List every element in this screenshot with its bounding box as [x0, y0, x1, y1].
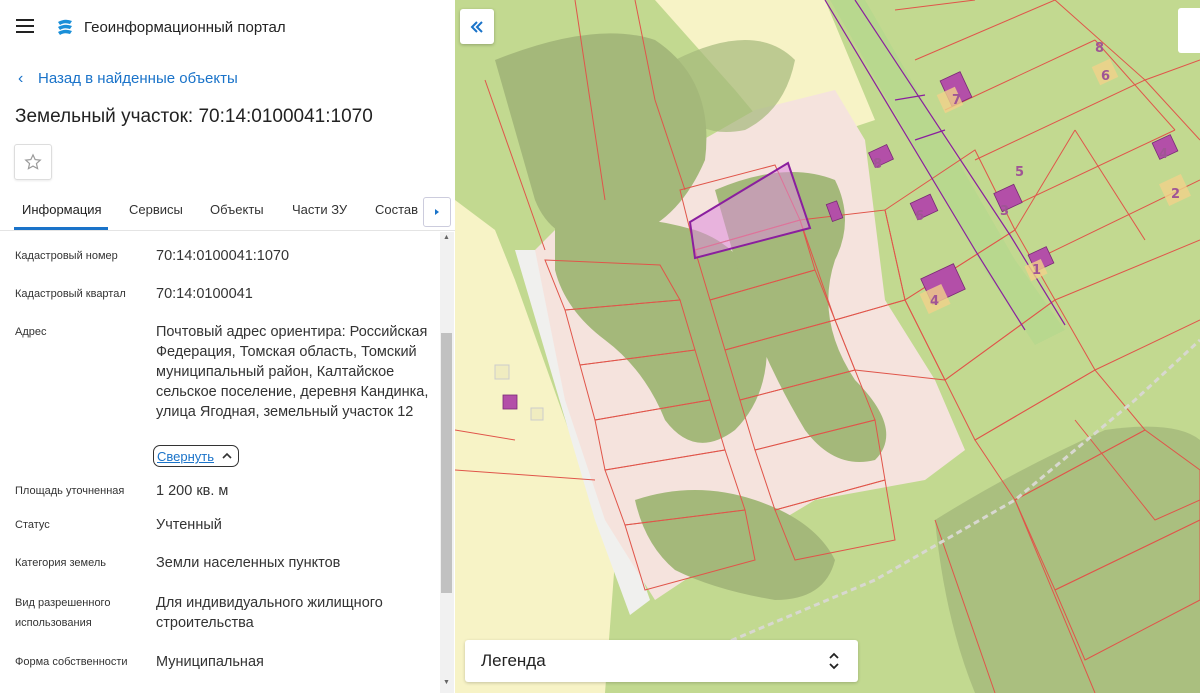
star-icon: [24, 153, 42, 170]
favorite-button[interactable]: [14, 144, 52, 180]
tab-services[interactable]: Сервисы: [129, 202, 183, 217]
chevron-up-icon: [222, 452, 232, 459]
hamburger-icon[interactable]: [16, 19, 34, 33]
portal-logo-icon: [58, 19, 72, 35]
parcel-number-label: 8: [873, 157, 882, 172]
detail-value: Учтенный: [156, 517, 222, 533]
side-panel: Геоинформационный портал ‹ Назад в найден…: [0, 0, 455, 693]
parcel-number-label: 6: [915, 209, 924, 224]
detail-value: Муниципальная: [156, 654, 264, 670]
tab-composition[interactable]: Состав: [375, 202, 418, 217]
portal-title: Геоинформационный портал: [84, 19, 286, 36]
scroll-up-icon[interactable]: ▲: [443, 234, 450, 241]
parcel-number-label: 7: [952, 93, 961, 108]
address-value: Почтовый адрес ориентира: Российская Фед…: [156, 324, 429, 420]
detail-label: Категория земель: [15, 557, 106, 569]
collapse-panel-button[interactable]: [460, 9, 494, 44]
detail-label: Кадастровый квартал: [15, 288, 126, 300]
small-structure: [494, 364, 510, 380]
collapse-address-label: Свернуть: [157, 449, 215, 464]
detail-label: Вид разрешенного использования: [15, 597, 111, 629]
collapse-address-button[interactable]: Свернуть: [153, 445, 239, 467]
parcel-number-label: 1: [1032, 263, 1041, 278]
map-view[interactable]: 8 6 7 5 2 4 3 6 1 4 8: [455, 0, 1200, 693]
expand-collapse-icon: [829, 652, 839, 670]
page-title: Земельный участок: 70:14:0100041:1070: [15, 106, 373, 127]
tab-information[interactable]: Информация: [22, 202, 102, 217]
tab-objects[interactable]: Объекты: [210, 202, 264, 217]
map-tool-button[interactable]: [1178, 8, 1200, 53]
detail-value: Земли населенных пунктов: [156, 555, 341, 571]
parcel-number-label: 5: [1015, 165, 1024, 180]
scroll-down-icon[interactable]: ▼: [443, 679, 450, 686]
small-structure: [530, 407, 544, 421]
back-link-label: Назад в найденные объекты: [38, 70, 238, 87]
detail-value: Для индивидуального жилищного строительс…: [156, 595, 383, 631]
parcel-number-label: 4: [930, 294, 939, 309]
tabs-next-button[interactable]: [423, 197, 451, 227]
detail-label: Форма собственности: [15, 656, 128, 668]
chevron-left-icon: ‹: [18, 70, 24, 87]
detail-value: 70:14:0100041:1070: [156, 248, 290, 264]
parcel-number-label: 4: [1159, 147, 1168, 162]
parcel-number-label: 2: [1171, 187, 1180, 202]
detail-value: 70:14:0100041: [156, 286, 253, 302]
detail-label: Кадастровый номер: [15, 250, 118, 262]
double-chevron-left-icon: [470, 20, 483, 33]
parcel-number-label: 3: [1000, 204, 1009, 219]
back-link[interactable]: ‹ Назад в найденные объекты: [18, 70, 238, 88]
parcel-number-label: 6: [1101, 69, 1110, 84]
detail-label: Статус: [15, 519, 50, 531]
map-canvas[interactable]: 8 6 7 5 2 4 3 6 1 4 8: [455, 0, 1200, 693]
top-bar: Геоинформационный портал: [0, 0, 455, 56]
tab-bar: Информация Сервисы Объекты Части ЗУ Сост…: [0, 192, 455, 231]
legend-panel[interactable]: Легенда: [465, 640, 858, 682]
detail-value: 1 200 кв. м: [156, 483, 229, 499]
detail-label: Площадь уточненная: [15, 485, 125, 497]
scrollbar-thumb[interactable]: [441, 333, 452, 593]
active-tab-indicator: [14, 227, 108, 230]
parcel-number-label: 8: [1095, 41, 1104, 56]
detail-label: Адрес: [15, 326, 47, 338]
legend-label: Легенда: [481, 651, 546, 670]
caret-right-icon: [435, 209, 439, 215]
tab-parts[interactable]: Части ЗУ: [292, 202, 347, 217]
